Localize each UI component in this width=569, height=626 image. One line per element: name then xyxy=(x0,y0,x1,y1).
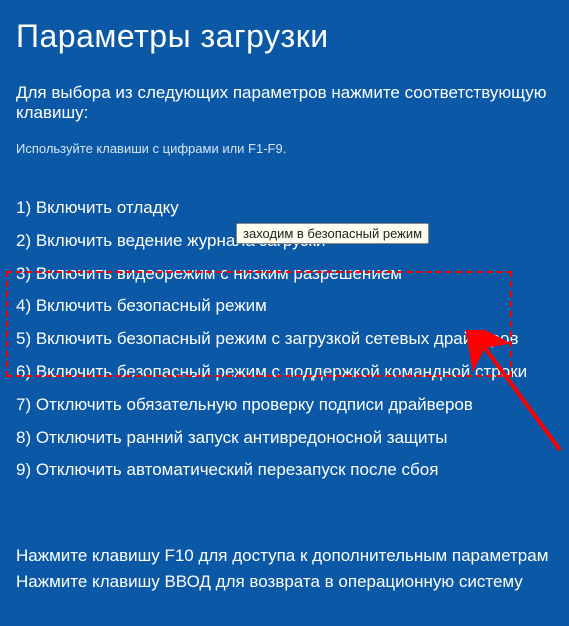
footer: Нажмите клавишу F10 для доступа к дополн… xyxy=(16,546,553,598)
option-1: 1) Включить отладку xyxy=(16,196,553,220)
page-title: Параметры загрузки xyxy=(16,18,553,55)
subtitle-text: Для выбора из следующих параметров нажми… xyxy=(16,83,553,123)
footer-line-enter: Нажмите клавишу ВВОД для возврата в опер… xyxy=(16,572,553,592)
option-9: 9) Отключить автоматический перезапуск п… xyxy=(16,458,553,482)
option-7: 7) Отключить обязательную проверку подпи… xyxy=(16,393,553,417)
option-4: 4) Включить безопасный режим xyxy=(16,294,553,318)
option-8: 8) Отключить ранний запуск антивредоносн… xyxy=(16,426,553,450)
tooltip: заходим в безопасный режим xyxy=(236,223,429,244)
option-5: 5) Включить безопасный режим с загрузкой… xyxy=(16,327,553,351)
option-6: 6) Включить безопасный режим с поддержко… xyxy=(16,360,553,384)
option-3: 3) Включить видеорежим с низким разрешен… xyxy=(16,262,553,286)
hint-text: Используйте клавиши с цифрами или F1-F9. xyxy=(16,141,553,156)
footer-line-f10: Нажмите клавишу F10 для доступа к дополн… xyxy=(16,546,553,566)
